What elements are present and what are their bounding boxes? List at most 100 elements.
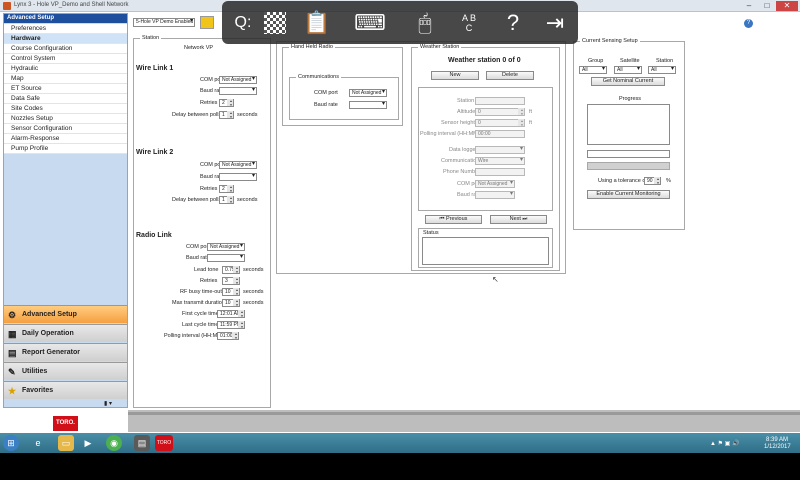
ws-baud-select[interactable]	[475, 191, 515, 199]
wl1-delay-input[interactable]: 1	[219, 111, 234, 119]
radio-rf-busy-input[interactable]: 10	[222, 288, 240, 296]
exit-icon[interactable]: ⇥	[540, 8, 570, 38]
mouse-cursor: ↖	[492, 275, 499, 284]
ws-phone-input[interactable]	[475, 168, 525, 176]
internet-explorer-icon[interactable]: e	[30, 435, 46, 451]
wl2-delay-input[interactable]: 1	[219, 196, 234, 204]
radio-retries-input[interactable]: 3	[222, 277, 240, 285]
ws-sensor-height-input[interactable]: 0	[475, 119, 525, 127]
radio-lead-tone-input[interactable]: 0.75	[222, 266, 240, 274]
sidebar-item-preferences[interactable]: Preferences	[4, 24, 127, 34]
ws-altitude-label: Altitude	[457, 109, 476, 115]
site-select[interactable]: 5-Hole VP Demo Enabled	[133, 18, 195, 27]
radio-max-transmit-input[interactable]: 10	[222, 299, 240, 307]
maximize-button[interactable]: □	[758, 1, 776, 11]
hhr-baud-select[interactable]	[349, 101, 387, 109]
sidebar-item-map[interactable]: Map	[4, 74, 127, 84]
media-player-icon[interactable]: ▶	[80, 435, 96, 451]
nav-advanced-setup[interactable]: ⚙ Advanced Setup	[4, 305, 127, 323]
remote-toolbar-overlay: QQ:: 📋 ⌨ 🖱 A BC ? ⇥	[222, 1, 578, 44]
wl1-retries-input[interactable]: 2	[219, 99, 234, 107]
mouse-icon[interactable]: 🖱	[410, 8, 440, 38]
abc-keys-icon[interactable]: A BC	[454, 8, 484, 38]
ws-communication-select[interactable]: Wire	[475, 157, 525, 165]
nav-daily-operation[interactable]: ▦ Daily Operation	[4, 324, 127, 342]
ws-station-input[interactable]	[475, 97, 525, 105]
radio-com-port-select[interactable]: Not Assigned	[207, 243, 245, 251]
status-textbox[interactable]	[422, 237, 549, 265]
station-select[interactable]: All	[648, 66, 676, 74]
sidebar-options-button[interactable]: ▮ ▾	[104, 400, 112, 407]
help-icon[interactable]: ?	[744, 19, 753, 28]
sidebar-item-et-source[interactable]: ET Source	[4, 84, 127, 94]
clock-time[interactable]: 8:39 AM	[766, 437, 788, 443]
radio-first-cycle-input[interactable]: 12:01 AM	[217, 310, 245, 318]
site-indicator-icon[interactable]	[200, 16, 214, 29]
checkerboard-icon[interactable]	[260, 8, 290, 38]
wl1-baud-select[interactable]	[219, 87, 257, 95]
tolerance-input[interactable]: 90	[644, 177, 661, 185]
main-content: 5-Hole VP Demo Enabled ? Station Network…	[130, 13, 800, 408]
next-arrow-icon: ⏭	[520, 216, 528, 222]
radio-last-cycle-input[interactable]: 11:59 PM	[217, 321, 245, 329]
nav-favorites[interactable]: ★ Favorites	[4, 381, 127, 399]
sidebar-item-alarm-response[interactable]: Alarm-Response	[4, 134, 127, 144]
previous-button[interactable]: ⏮ Previous	[425, 215, 482, 224]
satellite-label: Satellite	[620, 58, 640, 64]
clock-date[interactable]: 1/12/2017	[764, 444, 791, 450]
nav-report-generator[interactable]: ▤ Report Generator	[4, 343, 127, 361]
sidebar-item-site-codes[interactable]: Site Codes	[4, 104, 127, 114]
wl1-retries-label: Retries	[200, 100, 218, 106]
hhr-com-port-select[interactable]: Not Assigned	[349, 89, 387, 97]
zoom-icon[interactable]: QQ::	[228, 8, 258, 38]
ws-polling-input[interactable]: 00:00	[475, 130, 525, 138]
wl2-baud-select[interactable]	[219, 173, 257, 181]
close-button[interactable]: ✕	[776, 1, 798, 11]
radio-baud-select[interactable]	[207, 254, 245, 262]
radio-polling-input[interactable]: 01:00	[217, 332, 239, 340]
new-button[interactable]: New	[431, 71, 479, 80]
get-nominal-current-button[interactable]: Get Nominal Current	[591, 77, 665, 86]
sidebar-item-hardware[interactable]: Hardware	[4, 34, 127, 44]
sidebar-item-control-system[interactable]: Control System	[4, 54, 127, 64]
delete-button[interactable]: Delete	[486, 71, 534, 80]
progress-field[interactable]	[587, 150, 670, 158]
wl1-com-port-select[interactable]: Not Assigned	[219, 76, 257, 84]
satellite-select[interactable]: All	[614, 66, 642, 74]
communications-legend: Communications	[296, 74, 341, 80]
wire-link-2-title: Wire Link 2	[136, 149, 174, 156]
enable-current-monitoring-button[interactable]: Enable Current Monitoring	[587, 190, 670, 199]
radio-max-transmit-label: Max transmit duration	[172, 300, 225, 306]
wire-link-1-title: Wire Link 1	[136, 65, 174, 72]
sidebar-item-sensor-configuration[interactable]: Sensor Configuration	[4, 124, 127, 134]
help-icon[interactable]: ?	[498, 8, 528, 38]
sidebar-menu: Preferences Hardware Course Configuratio…	[4, 24, 127, 154]
next-button[interactable]: Next ⏭	[490, 215, 547, 224]
progress-list[interactable]	[587, 104, 670, 145]
current-sensing-legend: Current Sensing Setup	[580, 38, 640, 44]
keyboard-icon[interactable]: ⌨	[348, 8, 392, 38]
tray-icons[interactable]: ▲ ⚑ ▣ 🔊	[710, 440, 739, 447]
chrome-icon[interactable]: ◉	[106, 435, 122, 451]
sidebar-item-course-configuration[interactable]: Course Configuration	[4, 44, 127, 54]
app-window-icon[interactable]: ▤	[134, 435, 150, 451]
sidebar-item-pump-profile[interactable]: Pump Profile	[4, 144, 127, 154]
communications-panel: Communications COM port Not Assigned Bau…	[289, 74, 399, 120]
ws-com-port-select[interactable]: Not Assigned	[475, 180, 515, 188]
status-strip-bar	[128, 412, 800, 415]
status-legend: Status	[421, 230, 441, 236]
clipboard-icon[interactable]: 📋	[302, 8, 332, 38]
ws-datalogger-select[interactable]	[475, 146, 525, 154]
minimize-button[interactable]: –	[740, 1, 758, 11]
sidebar-item-data-safe[interactable]: Data Safe	[4, 94, 127, 104]
folder-icon[interactable]: ▭	[58, 435, 74, 451]
nav-utilities[interactable]: ✎ Utilities	[4, 362, 127, 380]
toro-app-icon[interactable]: TORO	[155, 435, 173, 451]
start-button-icon[interactable]: ⊞	[3, 435, 19, 451]
sidebar-item-nozzles-setup[interactable]: Nozzles Setup	[4, 114, 127, 124]
wl2-com-port-select[interactable]: Not Assigned	[219, 161, 257, 169]
ws-altitude-input[interactable]: 0	[475, 108, 525, 116]
wl2-retries-input[interactable]: 2	[219, 185, 234, 193]
group-select[interactable]: All	[579, 66, 607, 74]
sidebar-item-hydraulic[interactable]: Hydraulic	[4, 64, 127, 74]
